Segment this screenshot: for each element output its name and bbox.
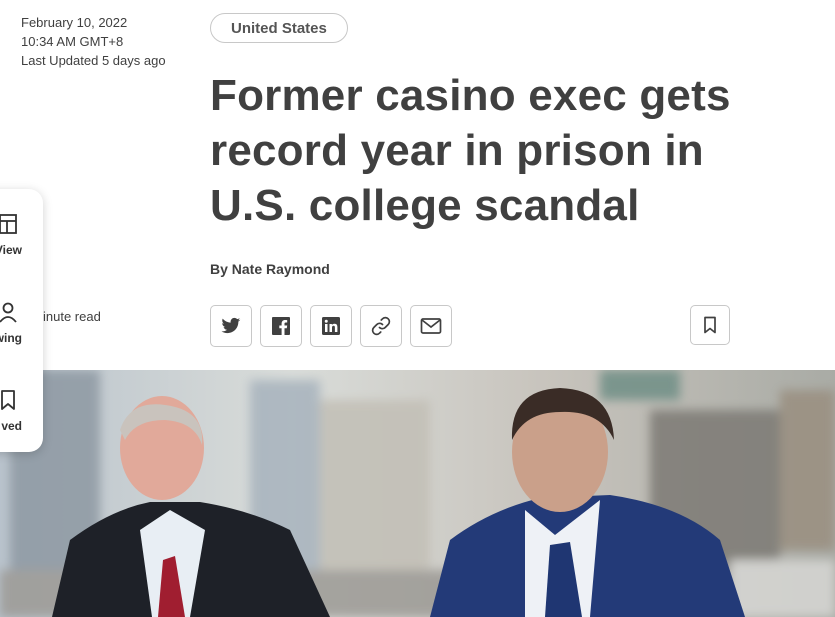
panel-item-label: owing xyxy=(0,331,22,345)
linkedin-icon xyxy=(322,317,340,335)
share-email-button[interactable] xyxy=(410,305,452,347)
headline-line: record year in prison in xyxy=(210,126,704,175)
byline[interactable]: By Nate Raymond xyxy=(210,261,330,277)
save-article-button[interactable] xyxy=(690,305,730,345)
side-panel: View owing ved xyxy=(0,189,43,452)
headline-line: Former casino exec gets xyxy=(210,71,731,120)
section-tag[interactable]: United States xyxy=(210,13,348,43)
share-twitter-button[interactable] xyxy=(210,305,252,347)
twitter-icon xyxy=(221,317,241,334)
panel-item-label: View xyxy=(0,243,22,257)
hero-illustration xyxy=(0,370,835,617)
facebook-icon xyxy=(272,317,290,335)
publish-date: February 10, 2022 xyxy=(21,15,128,30)
email-icon xyxy=(420,318,442,334)
link-icon xyxy=(371,316,391,336)
hero-photo xyxy=(0,370,835,617)
read-time: inute read xyxy=(43,309,101,324)
layout-icon xyxy=(0,214,17,234)
share-linkedin-button[interactable] xyxy=(310,305,352,347)
last-updated: Last Updated 5 days ago xyxy=(21,53,166,68)
panel-item-label: ved xyxy=(1,419,22,433)
person-icon xyxy=(0,302,17,323)
headline-line: U.S. college scandal xyxy=(210,181,640,230)
article-meta: February 10, 2022 10:34 AM GMT+8 Last Up… xyxy=(21,13,166,70)
publish-time: 10:34 AM GMT+8 xyxy=(21,34,124,49)
bookmark-icon xyxy=(704,316,716,334)
copy-link-button[interactable] xyxy=(360,305,402,347)
headline: Former casino exec gets record year in p… xyxy=(210,68,770,233)
share-facebook-button[interactable] xyxy=(260,305,302,347)
bookmark-icon xyxy=(1,390,15,410)
